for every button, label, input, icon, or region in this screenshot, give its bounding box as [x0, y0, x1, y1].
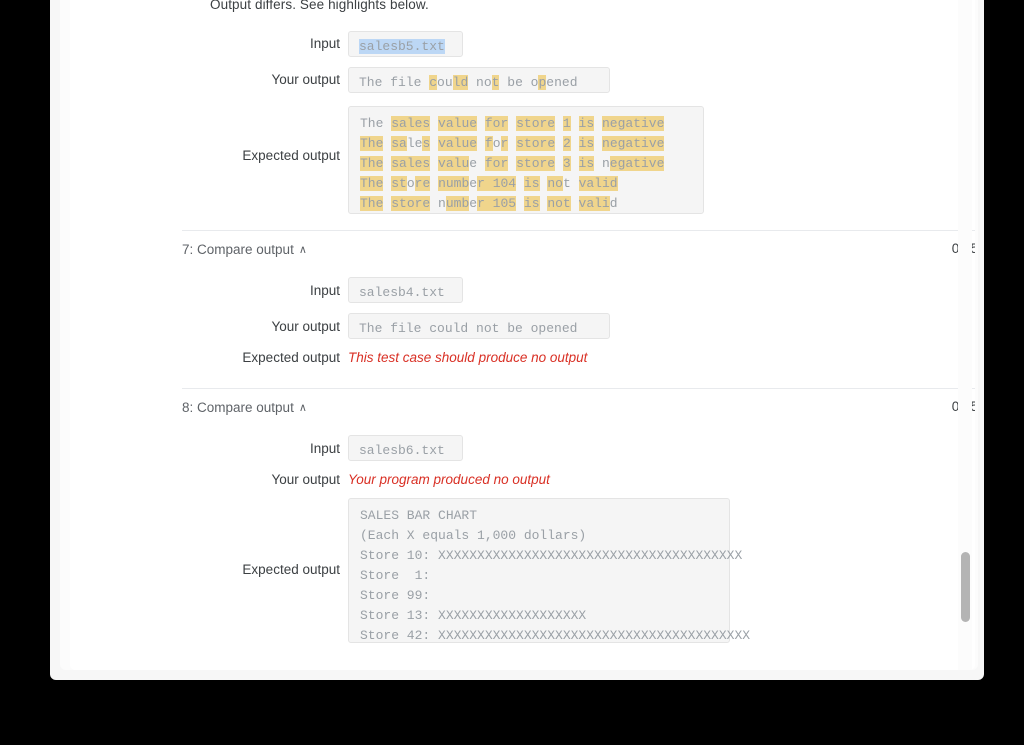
your-output-label-8: Your output: [271, 472, 340, 487]
input-value-6-text: salesb5.txt: [359, 39, 445, 54]
output-line: SALES BAR CHART: [360, 508, 478, 523]
divider-after-case-6: [182, 230, 975, 231]
chevron-up-icon-8[interactable]: ∧: [299, 401, 307, 414]
expected-output-message-7: This test case should produce no output: [348, 350, 588, 365]
output-line: (Each X equals 1,000 dollars): [360, 528, 587, 543]
diff-line: The store number 104 is not valid: [360, 176, 618, 191]
output-line: Store 99:: [360, 588, 431, 603]
results-panel: Output differs. See highlights below. In…: [70, 0, 975, 670]
expected-output-label-8: Expected output: [242, 562, 340, 577]
diff-line: The sales value for store 3 is negative: [360, 156, 665, 171]
diff-line: The store number 105 is not valid: [360, 196, 618, 211]
diff-line: The sales value for store 1 is negative: [360, 116, 665, 131]
output-differs-notice: Output differs. See highlights below.: [210, 0, 429, 12]
divider-after-case-7: [182, 388, 975, 389]
chevron-up-icon-7[interactable]: ∧: [299, 243, 307, 256]
screen-root: Output differs. See highlights below. In…: [0, 0, 1024, 745]
results-scroll-region[interactable]: Output differs. See highlights below. In…: [70, 0, 975, 670]
input-value-7: salesb4.txt: [348, 277, 463, 303]
your-output-label-6: Your output: [271, 72, 340, 87]
output-line: Store 13: XXXXXXXXXXXXXXXXXXX: [360, 608, 587, 623]
expected-output-label-7: Expected output: [242, 350, 340, 365]
input-label-8: Input: [309, 441, 340, 456]
input-value-6: salesb5.txt: [348, 31, 463, 57]
expected-output-label-6: Expected output: [242, 148, 340, 163]
scrollbar-thumb[interactable]: [961, 552, 970, 622]
output-line: Store 1:: [360, 568, 431, 583]
output-line: Store 42: XXXXXXXXXXXXXXXXXXXXXXXXXXXXXX…: [360, 628, 751, 643]
input-label-6: Input: [309, 36, 340, 51]
expected-output-value-6: The sales value for store 1 is negative T…: [348, 106, 704, 214]
your-output-value-6: The file could not be opened: [348, 67, 610, 93]
case-7-title: 7: Compare output: [182, 242, 294, 257]
case-8-title: 8: Compare output: [182, 400, 294, 415]
case-8-header[interactable]: 8: Compare output ∧: [182, 400, 307, 415]
expected-output-value-8: SALES BAR CHART (Each X equals 1,000 doll…: [348, 498, 751, 643]
diff-line: The sales value for store 2 is negative: [360, 136, 665, 151]
input-label-7: Input: [309, 283, 340, 298]
output-line: Store 10: XXXXXXXXXXXXXXXXXXXXXXXXXXXXXX…: [360, 548, 743, 563]
your-output-value-7: The file could not be opened: [348, 313, 610, 339]
your-output-message-8: Your program produced no output: [348, 472, 550, 487]
your-output-label-7: Your output: [271, 319, 340, 334]
input-value-8: salesb6.txt: [348, 435, 463, 461]
case-7-header[interactable]: 7: Compare output ∧: [182, 242, 307, 257]
